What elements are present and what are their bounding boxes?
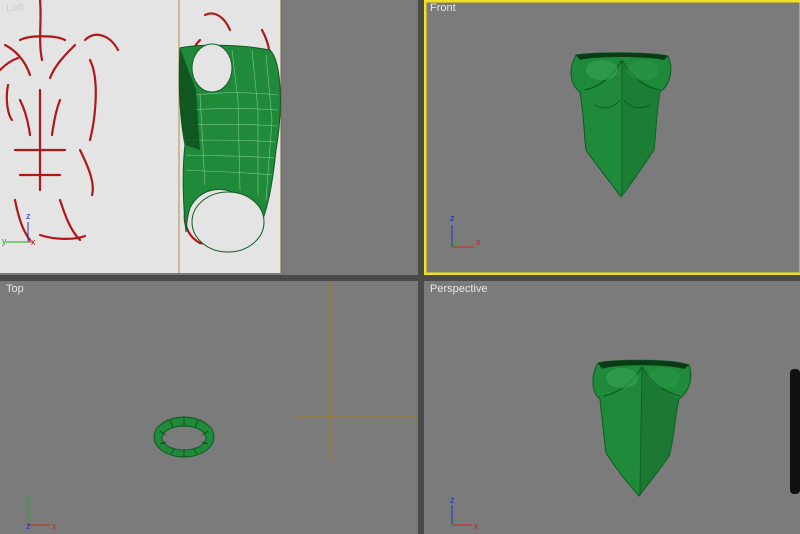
- axis-tripod-perspective: z x: [450, 495, 479, 531]
- svg-text:x: x: [52, 521, 57, 531]
- viewport-perspective[interactable]: Perspective z x: [424, 281, 800, 534]
- viewport-label-front[interactable]: Front: [430, 2, 456, 14]
- left-view-canvas: z y x: [0, 0, 282, 273]
- top-view-canvas: y z x: [26, 281, 418, 531]
- axis-label-z: z: [26, 211, 31, 221]
- mesh-front-view: [570, 52, 672, 198]
- viewport-left[interactable]: Left z y x: [0, 0, 418, 275]
- svg-text:z: z: [450, 213, 455, 223]
- axis-label-x: x: [31, 237, 36, 247]
- axis-label-y: y: [2, 236, 7, 246]
- world-origin-crosshair: [295, 281, 418, 461]
- viewport-top[interactable]: Top y z x: [0, 281, 418, 534]
- viewport-label-perspective[interactable]: Perspective: [430, 283, 487, 295]
- svg-text:z: z: [26, 521, 31, 531]
- svg-text:x: x: [474, 521, 479, 531]
- svg-text:x: x: [476, 237, 481, 247]
- front-view-canvas: z x: [424, 0, 800, 275]
- mesh-perspective-view: [592, 359, 692, 497]
- offscreen-object: [790, 369, 800, 494]
- svg-text:y: y: [26, 493, 31, 503]
- axis-tripod-top: y z x: [26, 493, 57, 531]
- viewport-front[interactable]: z x Front: [424, 0, 800, 275]
- mesh-top-view: [153, 416, 215, 458]
- svg-text:z: z: [450, 495, 455, 505]
- axis-tripod-front: z x: [450, 213, 481, 248]
- viewport-label-left[interactable]: Left: [6, 2, 24, 14]
- viewport-label-top[interactable]: Top: [6, 283, 24, 295]
- perspective-view-canvas: z x: [450, 359, 800, 531]
